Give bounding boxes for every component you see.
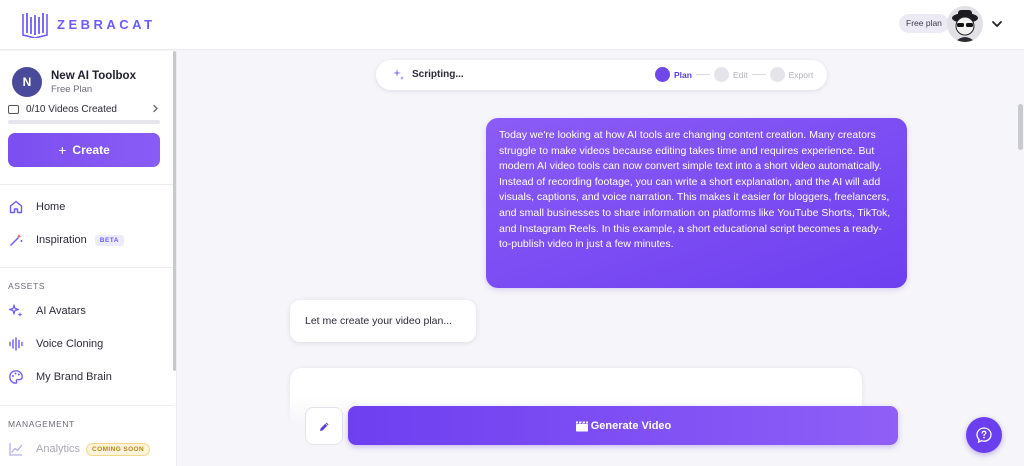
sidebar-item-home[interactable]: Home — [8, 194, 168, 220]
sidebar-item-brand-brain[interactable]: My Brand Brain — [8, 364, 168, 390]
logo[interactable]: ZEBRACAT — [22, 11, 156, 38]
chevron-down-icon[interactable] — [991, 18, 1003, 30]
chevron-right-icon — [153, 104, 158, 113]
sidebar-item-ai-avatars[interactable]: AI Avatars — [8, 298, 168, 324]
sidebar-item-label: Home — [36, 201, 66, 213]
avatar-image-icon — [947, 6, 983, 42]
sidebar-item-label: Analytics — [36, 443, 81, 455]
main-scrollbar[interactable] — [1018, 104, 1023, 150]
edit-button[interactable] — [305, 407, 343, 445]
brand-name: ZEBRACAT — [57, 17, 156, 32]
plan-badge: Free plan — [899, 14, 949, 33]
status-text: Scripting... — [412, 69, 464, 80]
workspace-plan: Free Plan — [51, 83, 93, 95]
sidebar-item-voice-cloning[interactable]: Voice Cloning — [8, 331, 168, 357]
step-plan-dot — [655, 67, 670, 82]
videos-created-label: 0/10 Videos Created — [26, 103, 117, 115]
chart-icon — [9, 443, 23, 456]
help-icon — [976, 427, 992, 444]
workspace-switcher[interactable]: N New AI Toolbox Free Plan — [12, 67, 136, 97]
create-label: Create — [72, 143, 110, 157]
sidebar-item-inspiration[interactable]: Inspiration BETA — [8, 227, 168, 253]
sparkle-icon — [393, 69, 404, 80]
videos-progress-bar — [8, 120, 160, 124]
generate-video-label: Generate Video — [590, 419, 672, 432]
sidebar-item-label: My Brand Brain — [36, 371, 112, 383]
sidebar: N New AI Toolbox Free Plan 0/10 Videos C… — [0, 51, 176, 466]
divider — [0, 405, 173, 406]
workspace-name: New AI Toolbox — [51, 69, 136, 82]
video-icon — [8, 104, 19, 114]
help-button[interactable] — [966, 417, 1002, 453]
user-avatar[interactable] — [947, 6, 983, 42]
plus-icon: + — [58, 142, 67, 158]
sidebar-item-label: AI Avatars — [36, 305, 86, 317]
coming-soon-badge: COMING SOON — [86, 442, 151, 456]
progress-status-bar: Scripting... Plan Edit Export — [376, 60, 827, 90]
create-button[interactable]: + Create — [8, 133, 160, 167]
assets-heading: ASSETS — [8, 281, 46, 291]
palette-icon — [9, 370, 23, 384]
home-icon — [9, 200, 23, 214]
clapperboard-icon — [575, 420, 588, 431]
step-connector — [751, 74, 766, 75]
sidebar-item-label: Voice Cloning — [36, 338, 104, 350]
assistant-message: Let me create your video plan... — [290, 300, 476, 342]
pencil-icon — [319, 422, 328, 431]
step-connector — [695, 74, 710, 75]
step-edit-dot — [713, 67, 729, 82]
workspace-avatar: N — [12, 67, 42, 97]
step-export-dot — [769, 67, 785, 82]
top-bar: ZEBRACAT Free plan — [0, 0, 1024, 50]
sidebar-item-label: Inspiration — [36, 234, 87, 246]
step-indicator: Plan Edit Export — [655, 67, 813, 82]
wand-icon — [10, 234, 23, 246]
generate-video-button[interactable]: Generate Video — [348, 406, 898, 445]
divider — [0, 184, 173, 185]
beta-badge: BETA — [94, 234, 124, 246]
sparkle-icon — [8, 304, 23, 317]
step-plan-label: Plan — [674, 69, 692, 80]
sidebar-item-analytics[interactable]: Analytics COMING SOON — [8, 436, 168, 462]
management-heading: MANAGEMENT — [8, 419, 75, 429]
divider — [0, 267, 173, 268]
user-message: Today we're looking at how AI tools are … — [486, 118, 907, 288]
step-edit-label: Edit — [732, 69, 748, 80]
videos-created-row[interactable]: 0/10 Videos Created — [8, 102, 160, 116]
zebracat-logo-icon — [22, 13, 48, 38]
waveform-icon — [9, 337, 23, 351]
step-export-label: Export — [788, 69, 814, 80]
